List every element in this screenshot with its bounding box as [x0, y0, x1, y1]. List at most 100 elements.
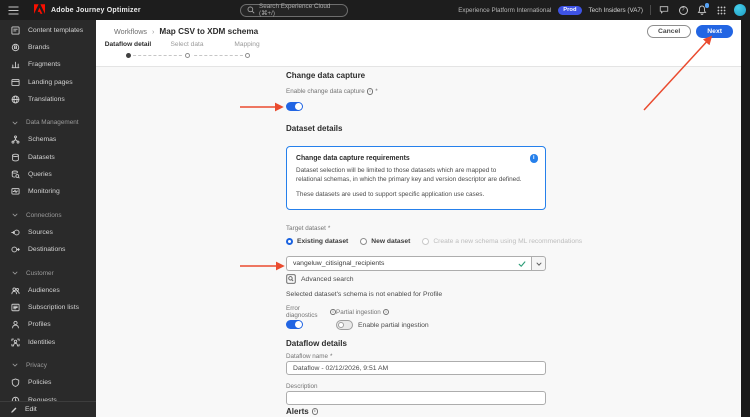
sidebar-item-fragments[interactable]: Fragments	[0, 56, 96, 73]
global-search-input[interactable]: Search Experience Cloud (⌘+/)	[240, 3, 348, 17]
help-icon[interactable]	[677, 4, 689, 16]
radio-new-dataset[interactable]: New dataset	[360, 238, 410, 245]
breadcrumb-workflows-link[interactable]: Workflows	[114, 27, 147, 36]
sidebar-item-schemas[interactable]: Schemas	[0, 131, 96, 148]
error-diagnostics-toggle[interactable]	[286, 319, 303, 329]
required-asterisk: *	[375, 88, 378, 95]
dataset-input-wrap	[286, 256, 531, 271]
sidebar-section-data-management[interactable]: Data Management	[0, 114, 96, 131]
sidebar-item-subscription-lists[interactable]: Subscription lists	[0, 299, 96, 316]
next-button[interactable]: Next	[696, 25, 733, 38]
step-label-select-data: Select data	[170, 41, 204, 48]
sidebar-item-landing-pages[interactable]: Landing pages	[0, 73, 96, 90]
cancel-button[interactable]: Cancel	[646, 25, 692, 38]
divider	[650, 5, 651, 15]
radio-unselected-icon	[360, 238, 368, 245]
search-icon	[247, 6, 255, 14]
infobox-paragraph: Dataset selection will be limited to tho…	[296, 167, 522, 184]
search-placeholder: Search Experience Cloud (⌘+/)	[259, 3, 331, 17]
app-window: Adobe Journey Optimizer Search Experienc…	[0, 0, 750, 417]
info-circle-icon	[529, 154, 538, 163]
step-label-mapping: Mapping	[234, 41, 260, 48]
notifications-bell-icon[interactable]	[696, 3, 709, 16]
sidebar-item-identities[interactable]: Identities	[0, 334, 96, 351]
sidebar-section-privacy[interactable]: Privacy	[0, 357, 96, 374]
sidebar-item-content-templates[interactable]: Content templates	[0, 22, 96, 39]
dataflow-name-label: Dataflow name *	[286, 353, 333, 360]
environment-badge: Prod	[558, 5, 582, 15]
sidebar-item-audiences[interactable]: Audiences	[0, 282, 96, 299]
enable-cdc-toggle-row	[286, 98, 546, 116]
app-title: Adobe Journey Optimizer	[51, 6, 141, 14]
advanced-search-button[interactable]: Advanced search	[286, 274, 546, 284]
header-actions: Cancel Next	[646, 25, 733, 38]
advanced-search-icon	[286, 274, 296, 284]
cdc-requirements-infobox: Change data capture requirements Dataset…	[286, 146, 546, 210]
profile-not-enabled-notice: Selected dataset's schema is not enabled…	[286, 291, 443, 298]
top-bar-right: Experience Platform International Prod T…	[458, 0, 750, 20]
hamburger-menu-icon[interactable]	[8, 5, 20, 15]
radio-existing-dataset[interactable]: Existing dataset	[286, 238, 348, 245]
translations-icon	[10, 95, 20, 104]
info-icon[interactable]	[311, 408, 319, 415]
valid-check-icon	[518, 255, 526, 273]
content-templates-icon	[10, 26, 20, 35]
chevron-down-icon	[10, 361, 20, 369]
chevron-down-icon	[10, 211, 20, 219]
adobe-logo-icon	[34, 1, 45, 19]
sidebar-item-destinations[interactable]: Destinations	[0, 241, 96, 258]
step-dot-upcoming	[244, 53, 250, 58]
breadcrumb: Workflows › Map CSV to XDM schema	[114, 27, 258, 36]
audiences-icon	[10, 286, 20, 295]
section-title-dataflow-details: Dataflow details	[286, 339, 347, 348]
sidebar-item-datasets[interactable]: Datasets	[0, 149, 96, 166]
sidebar-item-brands[interactable]: Brands	[0, 39, 96, 56]
workflow-header: Workflows › Map CSV to XDM schema Datafl…	[96, 20, 741, 67]
subscription-lists-icon	[10, 303, 20, 312]
dataset-input[interactable]	[293, 260, 525, 267]
sidebar-item-monitoring[interactable]: Monitoring	[0, 183, 96, 200]
step-indicator: Dataflow detail Select data Mapping	[105, 41, 284, 63]
profiles-icon	[10, 320, 20, 329]
schemas-icon	[10, 135, 20, 144]
notification-dot	[704, 3, 709, 8]
info-icon[interactable]	[366, 88, 374, 95]
datasets-icon	[10, 153, 20, 162]
info-icon[interactable]	[382, 308, 390, 316]
diagnostics-toggles-row: Enable partial ingestion	[286, 316, 546, 334]
sidebar-item-sources[interactable]: Sources	[0, 224, 96, 241]
step-label-dataflow-detail: Dataflow detail	[104, 41, 152, 48]
identities-icon	[10, 338, 20, 347]
required-asterisk: *	[327, 225, 331, 232]
enable-partial-ingestion-label: Enable partial ingestion	[358, 321, 429, 329]
queries-icon	[10, 170, 20, 179]
left-sidebar: Content templates Brands Fragments Landi…	[0, 20, 96, 417]
screen-edge	[741, 20, 750, 417]
sidebar-section-connections[interactable]: Connections	[0, 206, 96, 223]
brands-icon	[10, 43, 20, 52]
dataset-combobox	[286, 256, 546, 271]
sources-icon	[10, 228, 20, 237]
section-title-dataset-details: Dataset details	[286, 124, 343, 133]
sidebar-item-policies[interactable]: Policies	[0, 374, 96, 391]
dataflow-name-input[interactable]	[286, 361, 546, 375]
dataset-dropdown-button[interactable]	[531, 256, 546, 271]
sidebar-item-queries[interactable]: Queries	[0, 166, 96, 183]
radio-selected-icon	[286, 238, 293, 245]
org-name[interactable]: Experience Platform International	[458, 7, 551, 14]
enable-cdc-toggle[interactable]	[286, 101, 303, 111]
sidebar-edit-button[interactable]: Edit	[0, 401, 96, 417]
sidebar-item-profiles[interactable]: Profiles	[0, 316, 96, 333]
chevron-down-icon	[536, 262, 541, 266]
sandbox-picker[interactable]: Tech Insiders (VA7)	[589, 7, 643, 14]
target-dataset-radio-group: Existing dataset New dataset Create a ne…	[286, 238, 582, 245]
user-avatar[interactable]	[734, 4, 746, 16]
section-title-alerts: Alerts	[286, 407, 546, 416]
feedback-icon[interactable]	[658, 4, 670, 16]
description-input[interactable]	[286, 391, 546, 405]
policies-icon	[10, 378, 20, 388]
sidebar-section-customer[interactable]: Customer	[0, 264, 96, 281]
partial-ingestion-toggle[interactable]	[336, 320, 353, 330]
sidebar-item-translations[interactable]: Translations	[0, 91, 96, 108]
app-switcher-grid-icon[interactable]	[715, 4, 727, 16]
